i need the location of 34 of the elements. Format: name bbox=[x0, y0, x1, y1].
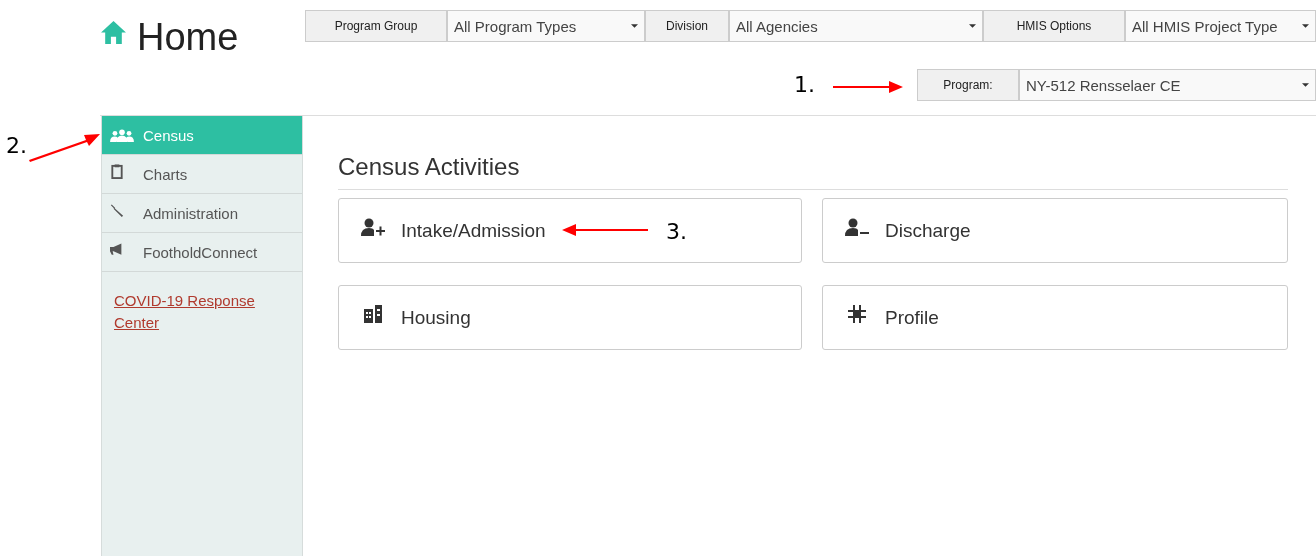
filter-dropdown[interactable]: All Agencies bbox=[729, 10, 983, 42]
caret-icon bbox=[1302, 83, 1309, 87]
annotation-number: 2. bbox=[6, 133, 27, 158]
annotation-number: 3. bbox=[666, 219, 687, 244]
filter-label: HMIS Options bbox=[983, 10, 1125, 42]
activity-card[interactable]: Discharge bbox=[822, 198, 1288, 263]
annotation-arrow bbox=[28, 132, 100, 162]
home-icon bbox=[100, 19, 127, 45]
page-title: Home bbox=[137, 15, 239, 59]
people-icon bbox=[110, 128, 134, 142]
megaphone-icon bbox=[110, 241, 124, 257]
covid-link[interactable]: COVID-19 Response Center bbox=[114, 290, 274, 334]
annotation-number: 1. bbox=[794, 72, 815, 97]
sidebar-item[interactable]: Charts bbox=[102, 155, 302, 194]
sidebar-item[interactable]: FootholdConnect bbox=[102, 233, 302, 272]
filter-dropdown[interactable]: All HMIS Project Type bbox=[1125, 10, 1316, 42]
caret-icon bbox=[1302, 24, 1309, 28]
person-minus-icon bbox=[845, 217, 869, 236]
caret-icon bbox=[631, 24, 638, 28]
grid-icon bbox=[845, 304, 869, 323]
program-dropdown[interactable]: NY-512 Rensselaer CE bbox=[1019, 69, 1316, 101]
person-plus-icon bbox=[361, 217, 385, 236]
section-title: Census Activities bbox=[338, 153, 1288, 190]
filter-dropdown[interactable]: All Program Types bbox=[447, 10, 645, 42]
sidebar-item[interactable]: Administration bbox=[102, 194, 302, 233]
activity-card[interactable]: Profile bbox=[822, 285, 1288, 350]
caret-icon bbox=[969, 24, 976, 28]
activity-card[interactable]: Housing bbox=[338, 285, 802, 350]
building-icon bbox=[361, 304, 385, 323]
filter-label: Division bbox=[645, 10, 729, 42]
filter-label: Program: bbox=[917, 69, 1019, 101]
filter-label: Program Group bbox=[305, 10, 447, 42]
annotation-arrow bbox=[833, 81, 903, 93]
clipboard-icon bbox=[110, 163, 124, 179]
